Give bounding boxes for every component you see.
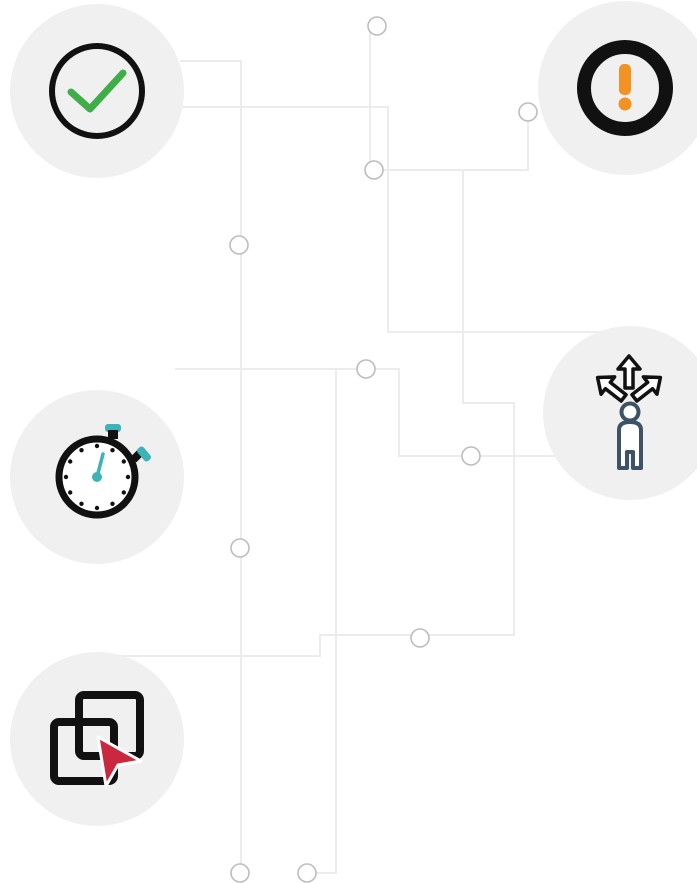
connector-line — [110, 634, 420, 657]
connector-line — [175, 368, 560, 457]
connector-node — [367, 16, 387, 36]
connector-nodes — [229, 16, 538, 883]
exclamation-bubble — [538, 1, 697, 175]
connector-diagram — [10, 1, 697, 883]
connector-node — [461, 446, 481, 466]
connector-line — [180, 60, 242, 883]
connector-node — [230, 863, 250, 883]
connector-line — [420, 170, 515, 636]
connector-line — [180, 106, 620, 333]
connector-lines — [110, 26, 620, 883]
connector-line — [307, 368, 366, 874]
connector-node — [410, 628, 430, 648]
connector-node — [364, 160, 384, 180]
connector-node — [356, 359, 376, 379]
checkmark-bubble — [10, 4, 184, 178]
connector-node — [518, 102, 538, 122]
connector-line — [374, 112, 529, 171]
connector-node — [230, 538, 250, 558]
connector-node — [297, 863, 317, 883]
connector-node — [229, 235, 249, 255]
